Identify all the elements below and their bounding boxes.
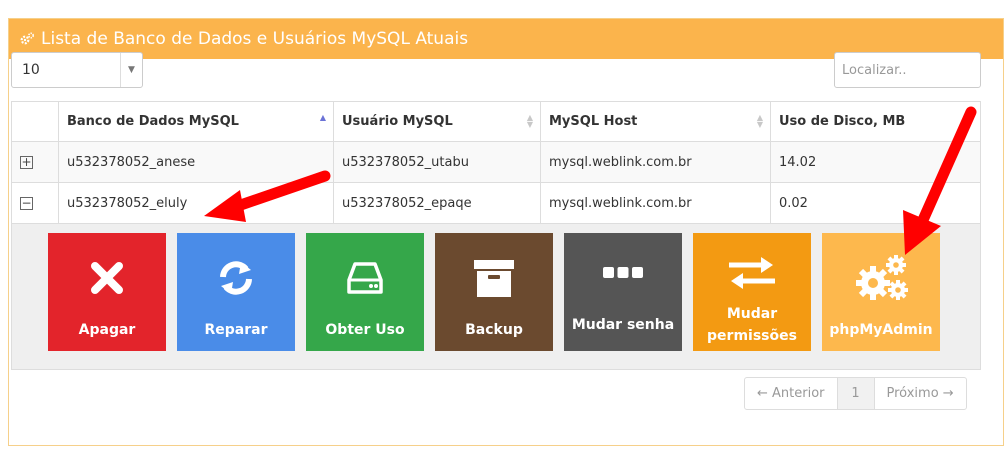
expand-icon[interactable]: +	[20, 155, 33, 169]
expander-column-header	[11, 101, 59, 142]
backup-button-label: Backup	[465, 322, 523, 338]
panel-title: Lista de Banco de Dados e Usuários MySQL…	[41, 29, 469, 49]
page-length-value: 10	[22, 62, 40, 78]
times-icon	[91, 262, 123, 294]
row-actions-area: Apagar Reparar Obter Uso Backup Mudar se…	[11, 224, 981, 370]
pagination-next[interactable]: Próximo →	[875, 378, 966, 409]
refresh-icon	[220, 261, 252, 295]
caret-down-icon[interactable]: ▼	[120, 53, 142, 87]
delete-button-label: Apagar	[78, 322, 136, 338]
gears-icon	[20, 32, 35, 45]
collapse-icon[interactable]: −	[20, 196, 33, 210]
repair-button-label: Reparar	[204, 322, 268, 338]
pagination: ← Anterior 1 Próximo →	[744, 377, 967, 410]
sort-asc-icon: ▲	[319, 113, 326, 122]
change-permissions-button-label: Mudar permissões	[707, 306, 797, 344]
column-header-user[interactable]: Usuário MySQL ▲ ▼	[333, 101, 541, 142]
column-header-database[interactable]: Banco de Dados MySQL ▲	[58, 101, 334, 142]
get-usage-button-label: Obter Uso	[325, 322, 405, 338]
exchange-icon	[729, 257, 775, 289]
hdd-icon	[347, 262, 383, 294]
annotation-arrow-icon	[903, 106, 977, 255]
sort-icon: ▲ ▼	[756, 113, 763, 129]
backup-button[interactable]: Backup	[435, 233, 553, 351]
database-table: Banco de Dados MySQL ▲ Usuário MySQL ▲ ▼ …	[11, 101, 981, 224]
change-permissions-button[interactable]: Mudar permissões	[693, 233, 811, 351]
page-length-select[interactable]: 10 ▼	[11, 52, 143, 88]
search-input[interactable]	[834, 52, 981, 88]
ellipsis-icon	[603, 267, 643, 278]
table-header-row: Banco de Dados MySQL ▲ Usuário MySQL ▲ ▼ …	[11, 101, 981, 142]
host-cell: mysql.weblink.com.br	[540, 182, 771, 224]
delete-button[interactable]: Apagar	[48, 233, 166, 351]
expander-cell[interactable]: −	[11, 182, 59, 224]
table-row[interactable]: − u532378052_eluly u532378052_epaqe mysq…	[11, 182, 981, 224]
change-password-button-label: Mudar senha	[571, 317, 675, 333]
user-cell: u532378052_epaqe	[333, 182, 541, 224]
sort-icon: ▲ ▼	[526, 113, 533, 129]
column-header-host[interactable]: MySQL Host ▲ ▼	[540, 101, 771, 142]
phpmyadmin-button-label: phpMyAdmin	[829, 322, 933, 338]
host-cell: mysql.weblink.com.br	[540, 141, 771, 183]
table-row[interactable]: + u532378052_anese u532378052_utabu mysq…	[11, 141, 981, 183]
get-usage-button[interactable]: Obter Uso	[306, 233, 424, 351]
pagination-previous[interactable]: ← Anterior	[745, 378, 837, 409]
archive-icon	[474, 260, 514, 297]
user-cell: u532378052_utabu	[333, 141, 541, 183]
annotation-arrow-icon	[204, 170, 331, 222]
expander-cell[interactable]: +	[11, 141, 59, 183]
change-password-button[interactable]: Mudar senha	[564, 233, 682, 351]
pagination-page-1[interactable]: 1	[836, 378, 875, 409]
repair-button[interactable]: Reparar	[177, 233, 295, 351]
